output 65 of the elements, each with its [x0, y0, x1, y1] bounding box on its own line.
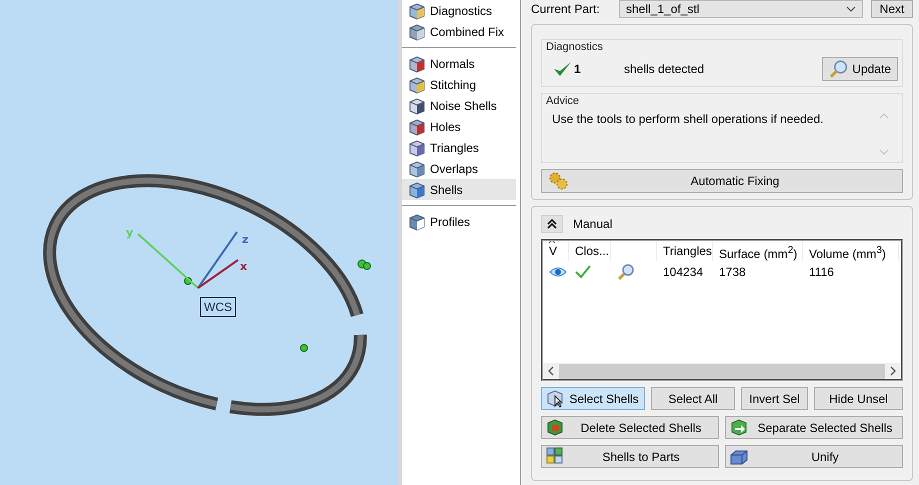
cube-icon — [408, 212, 426, 230]
field-label: Current Part: — [531, 2, 601, 16]
action-button[interactable]: Hide Unsel — [814, 387, 903, 410]
sidebar-item[interactable]: Normals — [402, 53, 516, 74]
action-button[interactable]: Invert Sel — [741, 387, 808, 410]
gears-icon — [548, 171, 570, 191]
automatic-fixing-button[interactable]: Automatic Fixing — [541, 169, 903, 193]
sidebar-item[interactable]: Stitching — [402, 74, 516, 95]
section-label: Manual — [573, 217, 612, 231]
action-button[interactable]: Select Shells — [541, 387, 645, 410]
action-button[interactable]: Unify — [725, 445, 903, 468]
column-header[interactable]: Surface (mm$^{2}$) — [713, 241, 803, 261]
action-button[interactable]: Separate Selected Shells — [725, 416, 903, 439]
origin-label: WCS — [200, 297, 236, 317]
sidebar-item[interactable]: Combined Fix — [402, 21, 516, 42]
cube-icon — [408, 138, 426, 156]
cube-icon — [408, 160, 426, 178]
chevron-down-icon — [846, 6, 856, 12]
sidebar-item[interactable]: Holes — [402, 116, 516, 137]
sidebar-item[interactable]: Triangles — [402, 137, 516, 158]
collapse-toggle[interactable] — [541, 215, 563, 233]
frame-title: Diagnostics — [546, 41, 604, 53]
shell-count: 1 — [574, 62, 582, 76]
magnifier-icon[interactable] — [617, 263, 635, 281]
cube-icon — [408, 118, 426, 136]
next-button[interactable]: Next — [871, 0, 913, 18]
table-cell-text: 1116 — [808, 265, 835, 279]
scroll-left-icon — [547, 366, 555, 376]
axis-label: z — [242, 233, 248, 246]
sidebar-item[interactable]: Shells — [402, 179, 516, 200]
update-button[interactable]: Update — [822, 57, 898, 81]
column-header[interactable]: Volume (mm$^{3}$) — [803, 241, 899, 261]
sidebar-item[interactable]: Overlaps — [402, 158, 516, 179]
cube-icon — [408, 54, 426, 72]
sidebar-item[interactable]: Noise Shells — [402, 95, 516, 116]
chevrons-up-icon — [547, 219, 557, 229]
status-text: shells detected — [624, 62, 706, 76]
frame-title: Advice — [546, 95, 580, 107]
axis-label: y — [126, 226, 134, 239]
axis-label: x — [240, 260, 248, 273]
cube-icon — [408, 2, 426, 20]
action-button[interactable]: Select All — [651, 387, 735, 410]
horizontal-scrollbar[interactable] — [543, 363, 901, 379]
search-icon — [829, 59, 848, 79]
scroll-right-icon — [889, 366, 897, 376]
cursor-cube-icon — [546, 389, 564, 408]
sidebar-item[interactable]: Diagnostics — [402, 0, 516, 21]
column-header[interactable]: Triangles — [657, 241, 713, 261]
part-dropdown[interactable]: shell_1_of_stl — [619, 0, 863, 18]
action-button[interactable]: Delete Selected Shells — [541, 416, 719, 439]
cube-icon — [408, 76, 426, 94]
cube-icon — [408, 180, 426, 198]
column-header[interactable]: V — [543, 241, 569, 261]
cube-icon — [408, 96, 426, 114]
3d-viewport[interactable]: y z x WCS — [0, 0, 402, 485]
table-cell-text: 104234 — [662, 265, 704, 279]
blocks-icon — [546, 447, 564, 466]
action-button[interactable]: Shells to Parts — [541, 445, 719, 468]
advice-text: Use the tools to perform shell operations if needed. — [551, 111, 824, 128]
table-cell-text: 1738 — [718, 265, 747, 279]
cube-icon — [408, 22, 426, 40]
cube-icon — [546, 418, 564, 437]
arrow-cube-icon — [730, 418, 748, 437]
column-header[interactable]: Clos... — [569, 241, 611, 261]
sidebar-item[interactable]: Profiles — [402, 211, 516, 232]
